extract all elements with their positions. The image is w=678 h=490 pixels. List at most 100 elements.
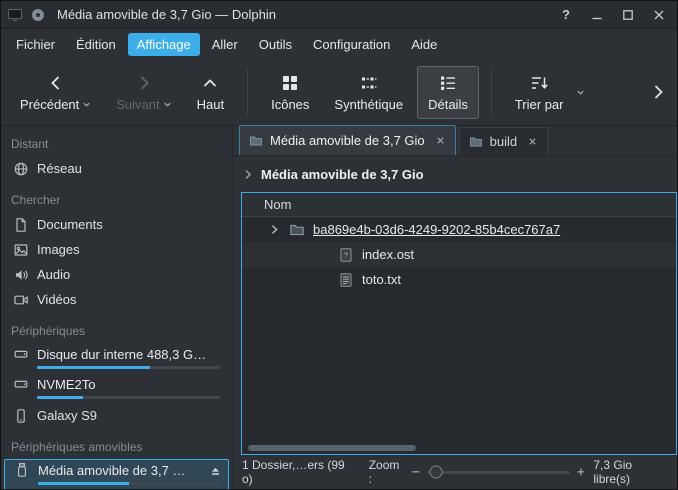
- sidebar-item-galaxy-s9[interactable]: Galaxy S9: [1, 403, 232, 428]
- sidebar-item-images[interactable]: Images: [1, 237, 232, 262]
- breadcrumb: Média amovible de 3,7 Gio: [233, 156, 677, 192]
- close-button[interactable]: [647, 3, 671, 27]
- file-row[interactable]: ba869e4b-03d6-4249-9202-85b4cec767a7: [242, 217, 676, 242]
- view-details-button[interactable]: Détails: [417, 66, 479, 119]
- disk-usage-bar: [38, 482, 219, 485]
- chevron-down-icon: [163, 100, 172, 109]
- sidebar-item-videos[interactable]: Vidéos: [1, 287, 232, 312]
- smartphone-icon: [13, 408, 29, 424]
- sort-by-button[interactable]: Trier par: [504, 66, 575, 119]
- zoom-in-icon[interactable]: [576, 467, 586, 477]
- menu-aller[interactable]: Aller: [203, 33, 247, 56]
- sidebar-item-disque-dur-interne[interactable]: Disque dur interne 488,3 G…: [1, 343, 232, 373]
- folder-icon: [289, 222, 305, 238]
- menu-outils[interactable]: Outils: [250, 33, 301, 56]
- sidebar-item-documents[interactable]: Documents: [1, 212, 232, 237]
- titlebar: Média amovible de 3,7 Gio — Dolphin ?: [1, 1, 677, 29]
- window-title: Média amovible de 3,7 Gio — Dolphin: [57, 7, 547, 22]
- tab-bar: Média amovible de 3,7 Gio build: [233, 126, 677, 156]
- column-header-label: Nom: [264, 197, 291, 212]
- compact-list-icon: [359, 73, 379, 93]
- disk-usage-bar: [37, 396, 220, 399]
- maximize-button[interactable]: [616, 3, 640, 27]
- sidebar-item-label: Galaxy S9: [37, 408, 97, 423]
- file-row[interactable]: toto.txt: [242, 267, 676, 292]
- chevron-right-icon[interactable]: [243, 169, 254, 180]
- zoom-slider[interactable]: [427, 471, 570, 474]
- tab-label: build: [490, 134, 517, 149]
- disk-usage-bar: [37, 366, 220, 369]
- dolphin-window: Média amovible de 3,7 Gio — Dolphin ? Fi…: [0, 0, 678, 490]
- toolbar-overflow-button[interactable]: [647, 81, 669, 103]
- chevron-down-icon[interactable]: [576, 88, 585, 97]
- view-compact-label: Synthétique: [334, 97, 403, 112]
- forward-button[interactable]: Suivant: [105, 66, 182, 119]
- sidebar-item-label: Documents: [37, 217, 103, 232]
- sidebar-item-label: Réseau: [37, 161, 82, 176]
- sidebar-item-audio[interactable]: Audio: [1, 262, 232, 287]
- menu-edition[interactable]: Édition: [67, 33, 125, 56]
- grid-icon: [280, 73, 300, 93]
- sidebar-item-nvme2to[interactable]: NVME2To: [1, 373, 232, 403]
- toolbar-separator: [491, 69, 492, 115]
- menubar: Fichier Édition Affichage Aller Outils C…: [1, 29, 677, 59]
- main-area: Média amovible de 3,7 Gio build: [233, 126, 677, 489]
- close-icon[interactable]: [435, 135, 446, 146]
- file-row[interactable]: ? index.ost: [242, 242, 676, 267]
- help-button[interactable]: ?: [554, 3, 578, 27]
- chevron-up-icon: [200, 73, 220, 93]
- breadcrumb-place[interactable]: Média amovible de 3,7 Gio: [261, 167, 424, 182]
- sidebar-item-label: Disque dur interne 488,3 G…: [37, 347, 206, 362]
- menu-configuration[interactable]: Configuration: [304, 33, 399, 56]
- network-icon: [13, 161, 29, 177]
- free-space-label: 7,3 Gio libre(s): [593, 458, 668, 486]
- sidebar-item-label: NVME2To: [37, 377, 96, 392]
- app-icon: [7, 7, 23, 23]
- up-label: Haut: [197, 97, 224, 112]
- expander-icon[interactable]: [268, 223, 281, 236]
- sort-by-label: Trier par: [515, 97, 564, 112]
- view-compact-button[interactable]: Synthétique: [323, 66, 414, 119]
- places-panel: Distant Réseau Chercher Documents Images: [1, 126, 233, 489]
- toolbar: Précédent Suivant Haut Icônes: [1, 59, 677, 126]
- svg-text:?: ?: [344, 250, 348, 259]
- back-button[interactable]: Précédent: [9, 66, 102, 119]
- status-bar: 1 Dossier,…ers (99 o) Zoom : 7,3 Gio lib…: [233, 455, 677, 489]
- view-icons-button[interactable]: Icônes: [260, 66, 320, 119]
- chevron-down-icon: [82, 100, 91, 109]
- minimize-button[interactable]: [585, 3, 609, 27]
- sidebar-item-reseau[interactable]: Réseau: [1, 156, 232, 181]
- chevron-left-icon: [46, 73, 66, 93]
- eject-icon[interactable]: [208, 463, 223, 478]
- horizontal-scrollbar[interactable]: [248, 445, 416, 451]
- sort-icon: [529, 73, 549, 93]
- column-header-nom[interactable]: Nom: [242, 193, 676, 217]
- toolbar-separator: [247, 69, 248, 115]
- sidebar-item-label: Images: [37, 242, 80, 257]
- chevron-right-icon: [134, 73, 154, 93]
- file-name: toto.txt: [362, 272, 401, 287]
- sidebar-item-label: Média amovible de 3,7 …: [38, 463, 185, 478]
- sidebar-item-label: Vidéos: [37, 292, 77, 307]
- menu-fichier[interactable]: Fichier: [7, 33, 64, 56]
- menu-aide[interactable]: Aide: [402, 33, 446, 56]
- zoom-out-icon[interactable]: [411, 467, 421, 477]
- tab-label: Média amovible de 3,7 Gio: [270, 133, 425, 148]
- tab-media-amovible[interactable]: Média amovible de 3,7 Gio: [239, 125, 456, 155]
- zoom-control: Zoom :: [369, 458, 586, 486]
- back-label: Précédent: [20, 97, 79, 112]
- document-icon: [13, 217, 29, 233]
- up-button[interactable]: Haut: [186, 66, 235, 119]
- close-icon[interactable]: [527, 136, 538, 147]
- menu-affichage[interactable]: Affichage: [128, 33, 200, 56]
- section-header-peripheriques-amovibles: Périphériques amovibles: [1, 428, 232, 459]
- section-header-chercher: Chercher: [1, 181, 232, 212]
- text-file-icon: [338, 272, 354, 288]
- view-details-label: Détails: [428, 97, 468, 112]
- zoom-slider-handle[interactable]: [429, 466, 442, 479]
- tab-build[interactable]: build: [459, 127, 548, 155]
- harddrive-icon: [13, 346, 29, 362]
- sidebar-item-media-amovible[interactable]: Média amovible de 3,7 …: [4, 459, 229, 489]
- forward-label: Suivant: [116, 97, 159, 112]
- device-icon: [30, 7, 46, 23]
